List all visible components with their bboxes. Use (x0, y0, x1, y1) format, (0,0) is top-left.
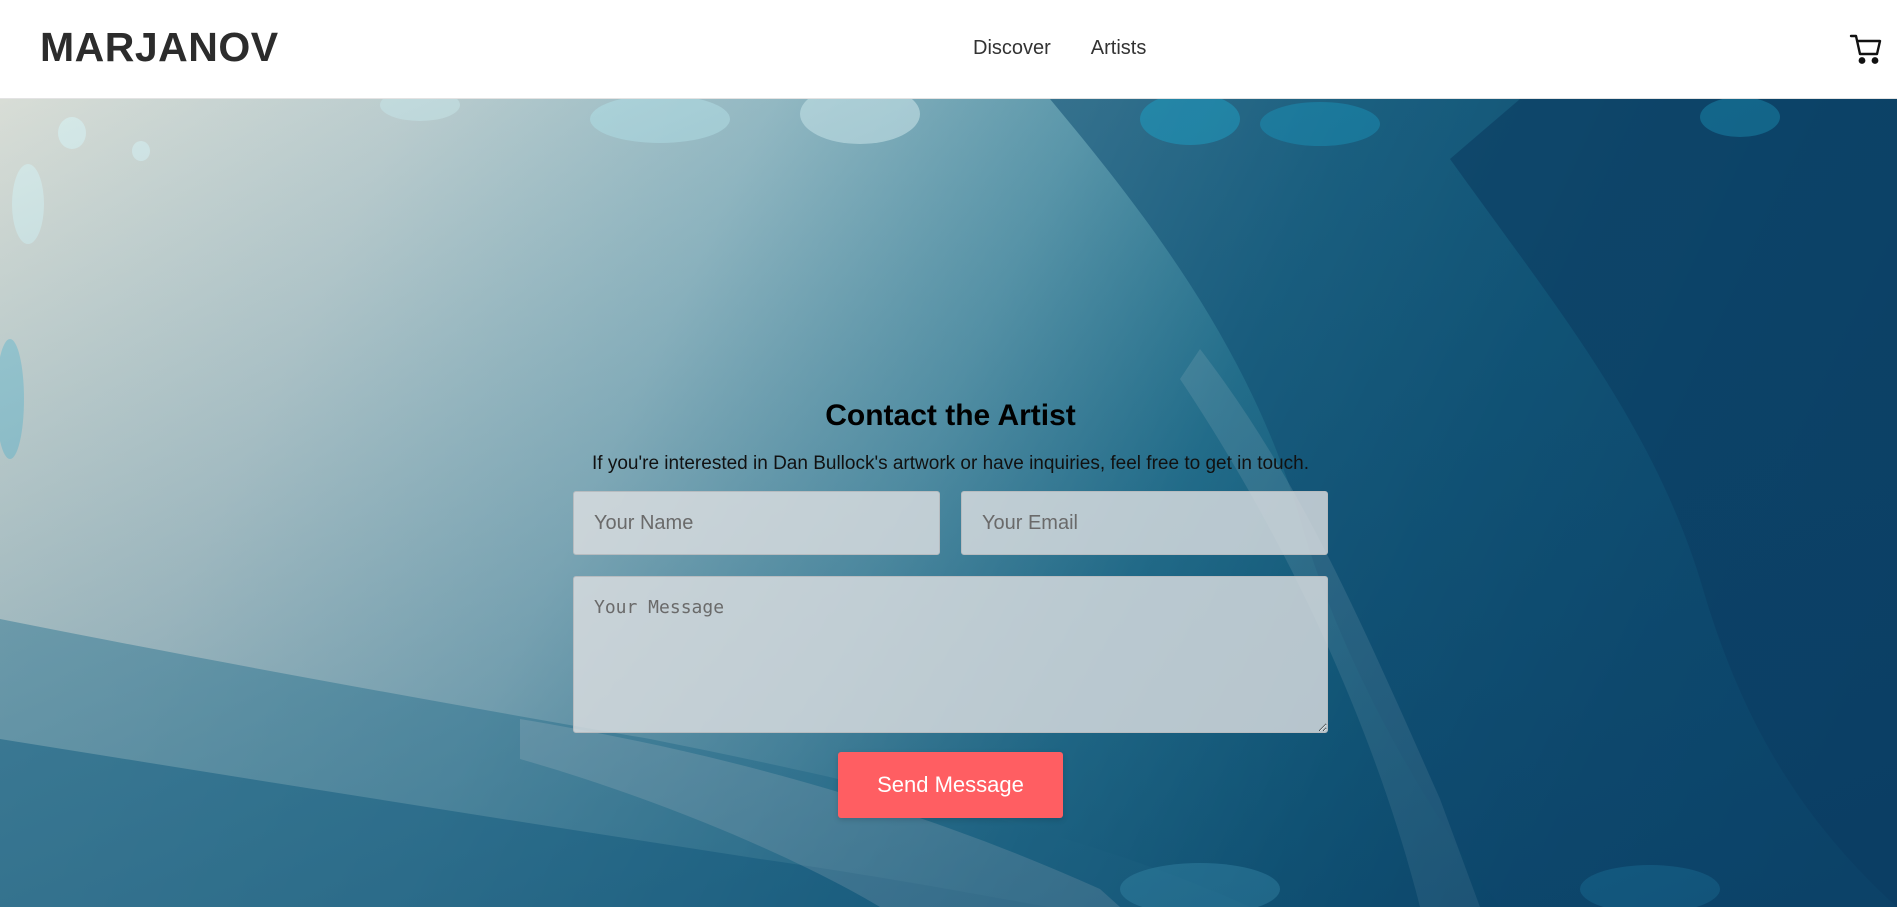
main-nav: Discover Artists (973, 37, 1146, 60)
cart-icon[interactable] (1849, 32, 1883, 66)
email-input[interactable] (961, 491, 1328, 555)
send-message-button[interactable]: Send Message (838, 752, 1063, 818)
contact-field-row (573, 491, 1328, 555)
message-textarea[interactable] (573, 576, 1328, 733)
nav-link-discover[interactable]: Discover (973, 37, 1051, 60)
contact-description: If you're interested in Dan Bullock's ar… (592, 453, 1309, 474)
contact-section: Contact the Artist If you're interested … (573, 399, 1328, 818)
hero-background: Contact the Artist If you're interested … (0, 99, 1897, 907)
nav-link-artists[interactable]: Artists (1091, 37, 1147, 60)
site-logo[interactable]: MARJANOV (40, 24, 279, 71)
contact-title: Contact the Artist (825, 399, 1076, 432)
site-header: MARJANOV Discover Artists (0, 0, 1897, 99)
name-input[interactable] (573, 491, 940, 555)
